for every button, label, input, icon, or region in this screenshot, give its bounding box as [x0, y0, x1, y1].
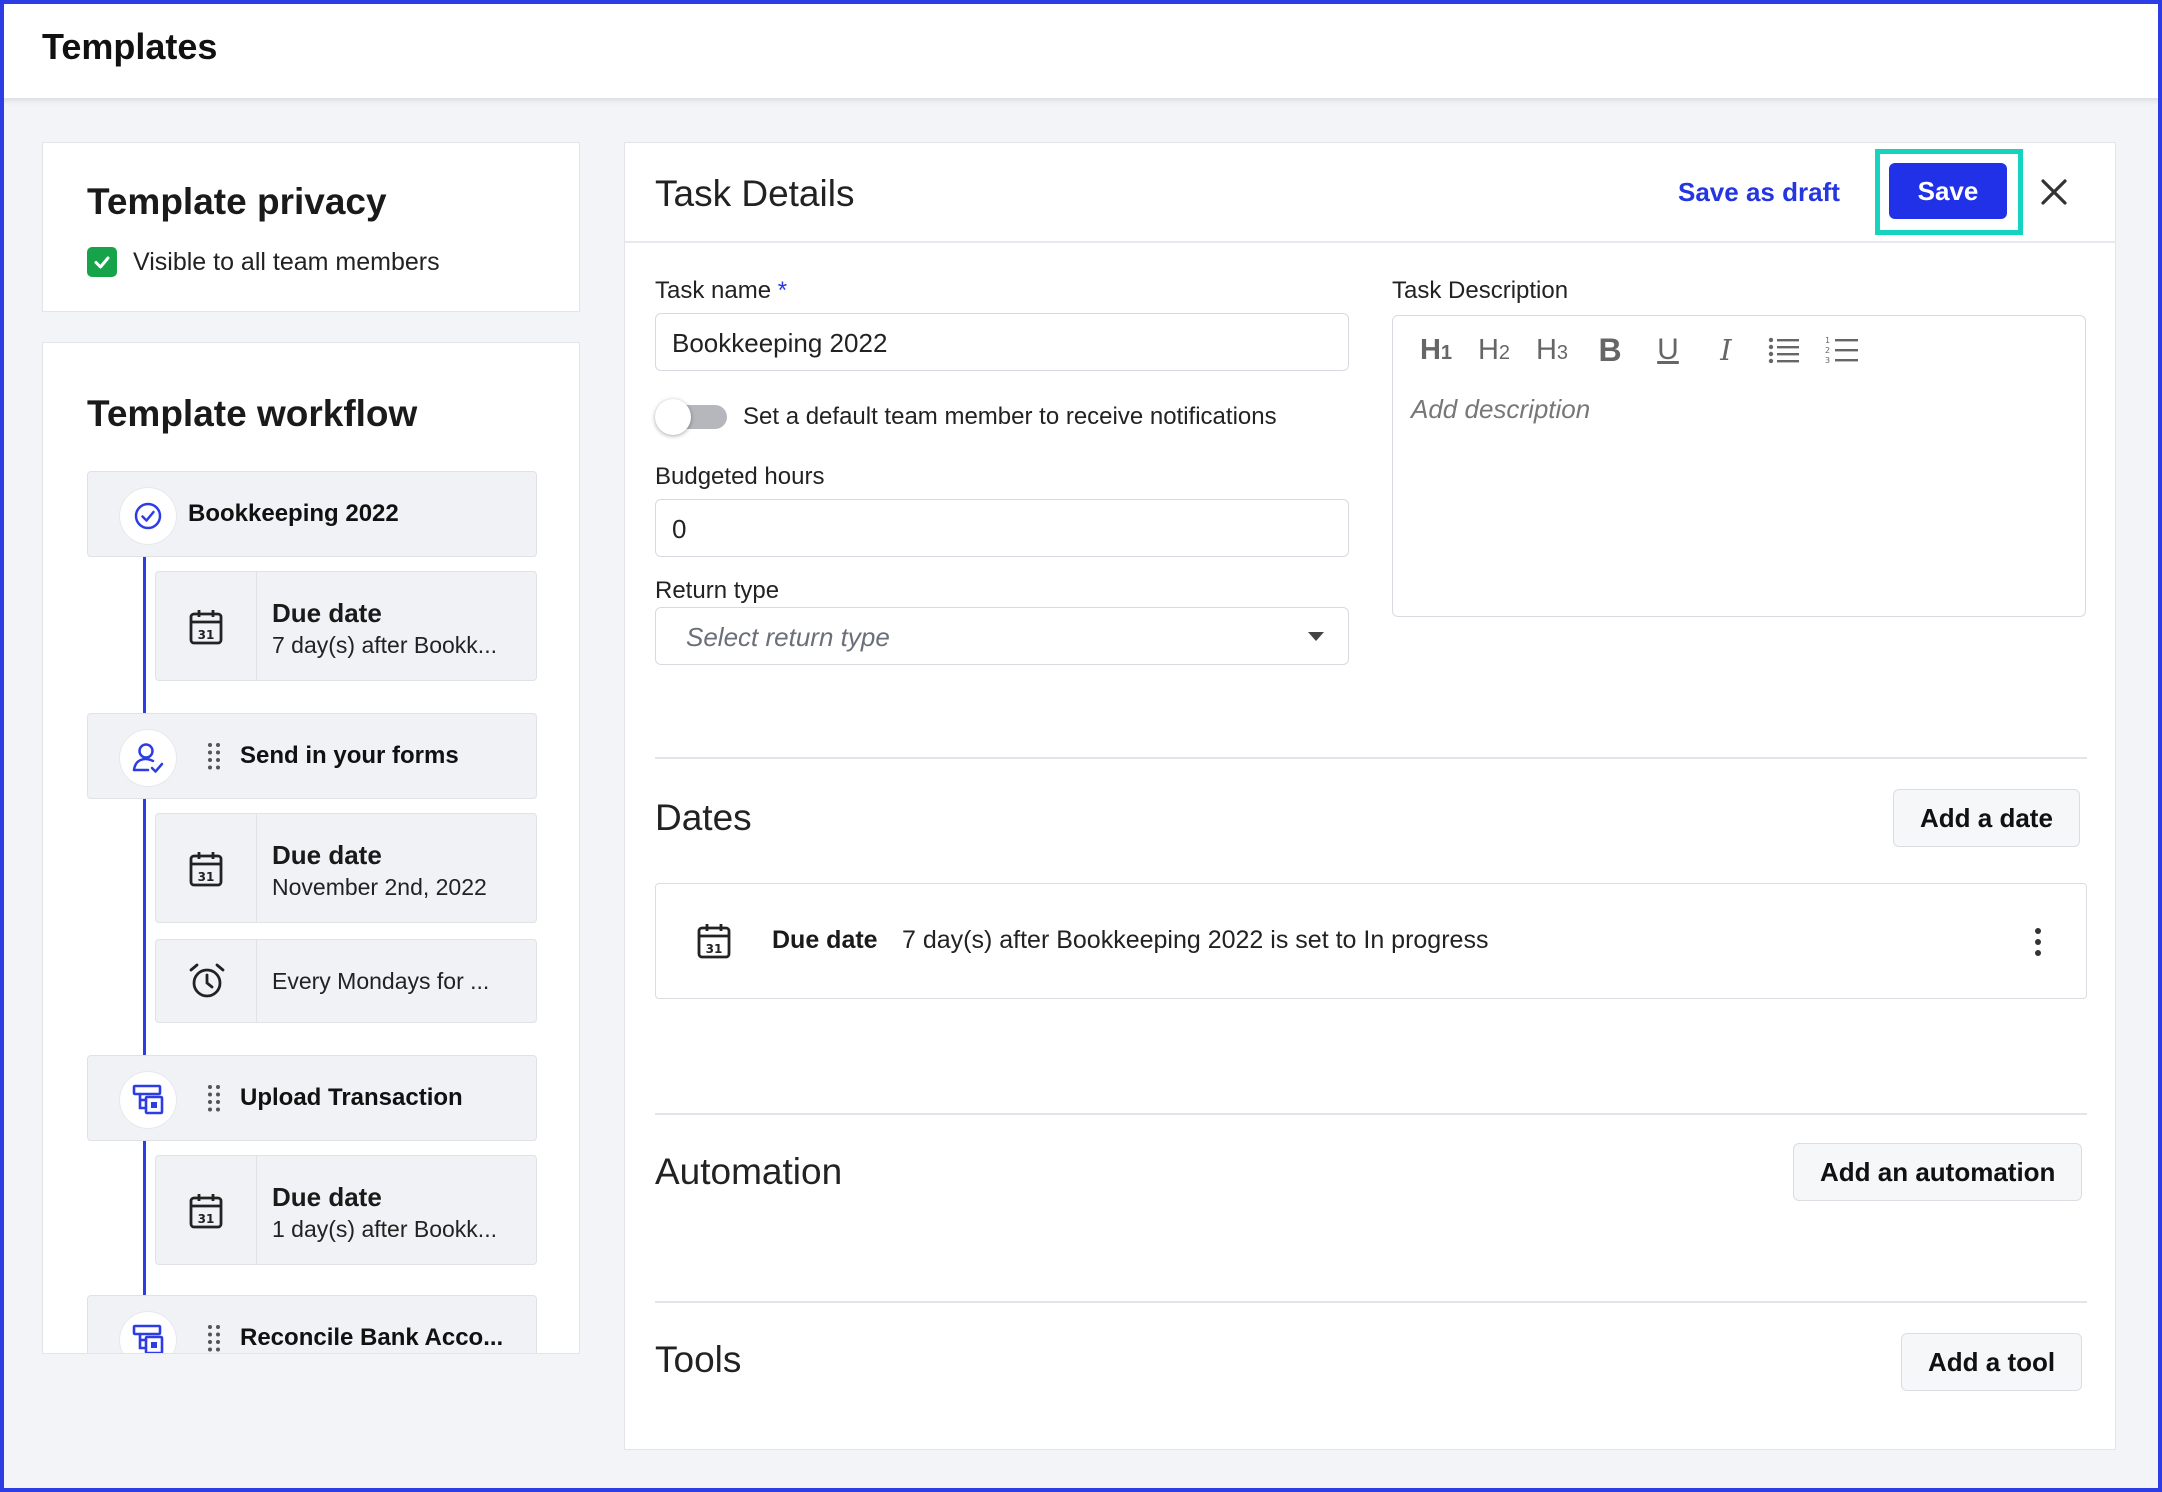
- workflow-task[interactable]: Reconcile Bank Acco...: [87, 1295, 537, 1353]
- save-as-draft-button[interactable]: Save as draft: [1678, 177, 1840, 208]
- required-mark: *: [777, 277, 788, 304]
- visibility-checkbox-row[interactable]: Visible to all team members: [87, 247, 440, 277]
- svg-text:31: 31: [198, 628, 215, 642]
- task-name-label: Task name *: [655, 277, 788, 304]
- subitem-divider: [256, 940, 257, 1022]
- workflow-subitem[interactable]: 31 Due date 7 day(s) after Bookk...: [155, 571, 537, 681]
- subitem-title: Due date: [272, 1182, 382, 1212]
- checkmark-icon: [94, 256, 110, 269]
- heading-2-icon[interactable]: H2: [1465, 328, 1523, 372]
- add-date-button[interactable]: Add a date: [1893, 789, 2080, 847]
- visibility-checkbox[interactable]: [87, 247, 117, 277]
- more-options-icon[interactable]: [2020, 924, 2056, 960]
- section-divider: [655, 757, 2087, 759]
- task-name-input[interactable]: Bookkeeping 2022: [655, 313, 1349, 371]
- user-check-icon: [120, 730, 176, 786]
- workflow-icon: [120, 1072, 176, 1128]
- return-type-select[interactable]: Select return type: [655, 607, 1349, 665]
- workflow-subitem[interactable]: Every Mondays for ...: [155, 939, 537, 1023]
- heading-1-icon[interactable]: H1: [1407, 328, 1465, 372]
- drag-handle-icon[interactable]: [206, 742, 222, 770]
- page-title: Templates: [42, 26, 218, 67]
- privacy-title: Template privacy: [87, 181, 387, 222]
- heading-3-icon[interactable]: H3: [1523, 328, 1581, 372]
- panel-title: Task Details: [655, 173, 855, 214]
- date-row-title: Due date: [772, 926, 878, 954]
- alarm-clock-icon: [189, 963, 225, 998]
- date-row-text: 7 day(s) after Bookkeeping 2022 is set t…: [902, 926, 1489, 954]
- subitem-divider: [256, 814, 257, 922]
- task-description-label: Task Description: [1392, 277, 1569, 304]
- budgeted-hours-label: Budgeted hours: [655, 463, 825, 490]
- dates-title: Dates: [655, 797, 752, 838]
- add-tool-button[interactable]: Add a tool: [1901, 1333, 2083, 1391]
- calendar-icon: 31: [697, 924, 731, 959]
- svg-text:31: 31: [198, 870, 215, 884]
- toggle-label: Set a default team member to receive not…: [743, 403, 1277, 430]
- numbered-list-icon[interactable]: 123: [1813, 328, 1871, 372]
- section-divider: [655, 1301, 2087, 1303]
- add-automation-button[interactable]: Add an automation: [1793, 1143, 2083, 1201]
- subitem-text: Every Mondays for ...: [272, 968, 490, 994]
- calendar-icon: 31: [189, 610, 223, 645]
- tools-title: Tools: [655, 1339, 742, 1380]
- editor-toolbar: H1 H2 H3 B U I 123: [1407, 328, 1871, 372]
- calendar-icon: 31: [189, 1194, 223, 1229]
- subitem-title: Due date: [272, 840, 382, 870]
- workflow-title: Template workflow: [87, 393, 418, 434]
- panel-header: Task Details Save as draft Save: [625, 143, 2115, 243]
- description-placeholder: Add description: [1411, 394, 1591, 424]
- automation-title: Automation: [655, 1151, 843, 1192]
- subitem-divider: [256, 572, 257, 680]
- description-editor[interactable]: H1 H2 H3 B U I 123 Add description: [1392, 315, 2086, 617]
- privacy-card: Template privacy Visible to all team mem…: [42, 142, 580, 312]
- bold-icon[interactable]: B: [1581, 328, 1639, 372]
- workflow-task[interactable]: Send in your forms: [87, 713, 537, 799]
- workflow-task[interactable]: Upload Transaction: [87, 1055, 537, 1141]
- workflow-task-label: Bookkeeping 2022: [188, 500, 399, 527]
- svg-text:3: 3: [1825, 356, 1830, 365]
- drag-handle-icon[interactable]: [206, 1084, 222, 1112]
- top-bar: Templates: [0, 0, 2162, 98]
- workflow-task-label: Upload Transaction: [240, 1084, 463, 1111]
- svg-text:1: 1: [1825, 336, 1830, 345]
- underline-icon[interactable]: U: [1639, 328, 1697, 372]
- bullet-list-icon[interactable]: [1755, 328, 1813, 372]
- date-row: 31 Due date 7 day(s) after Bookkeeping 2…: [655, 883, 2087, 999]
- subitem-text: November 2nd, 2022: [272, 874, 487, 900]
- return-type-label: Return type: [655, 577, 780, 604]
- drag-handle-icon[interactable]: [206, 1324, 222, 1352]
- calendar-icon: 31: [189, 852, 223, 887]
- task-details-panel: Task Details Save as draft Save Task nam…: [624, 142, 2116, 1450]
- workflow-card: Template workflow Bookkeeping 2022 31 Du…: [42, 342, 580, 1354]
- italic-icon[interactable]: I: [1697, 328, 1755, 372]
- workflow-task[interactable]: Bookkeeping 2022: [87, 471, 537, 557]
- svg-text:2: 2: [1825, 346, 1830, 355]
- workflow-subitem[interactable]: 31 Due date 1 day(s) after Bookk...: [155, 1155, 537, 1265]
- save-button[interactable]: Save: [1889, 163, 2007, 219]
- default-member-toggle[interactable]: [655, 399, 727, 435]
- workflow-subitem[interactable]: 31 Due date November 2nd, 2022: [155, 813, 537, 923]
- workflow-task-label: Send in your forms: [240, 742, 459, 769]
- section-divider: [655, 1113, 2087, 1115]
- workflow-task-label: Reconcile Bank Acco...: [240, 1324, 504, 1351]
- budgeted-hours-input[interactable]: 0: [655, 499, 1349, 557]
- subitem-title: Due date: [272, 598, 382, 628]
- workflow-icon: [120, 1312, 176, 1353]
- svg-text:31: 31: [198, 1212, 215, 1226]
- subitem-text: 7 day(s) after Bookk...: [272, 632, 497, 658]
- check-circle-icon: [120, 488, 176, 544]
- subitem-divider: [256, 1156, 257, 1264]
- chevron-down-icon: [1308, 632, 1324, 641]
- visibility-label: Visible to all team members: [133, 247, 440, 276]
- svg-text:31: 31: [706, 942, 723, 956]
- workflow-connector-line: [143, 503, 146, 1353]
- subitem-text: 1 day(s) after Bookk...: [272, 1216, 497, 1242]
- close-icon[interactable]: [2037, 175, 2071, 209]
